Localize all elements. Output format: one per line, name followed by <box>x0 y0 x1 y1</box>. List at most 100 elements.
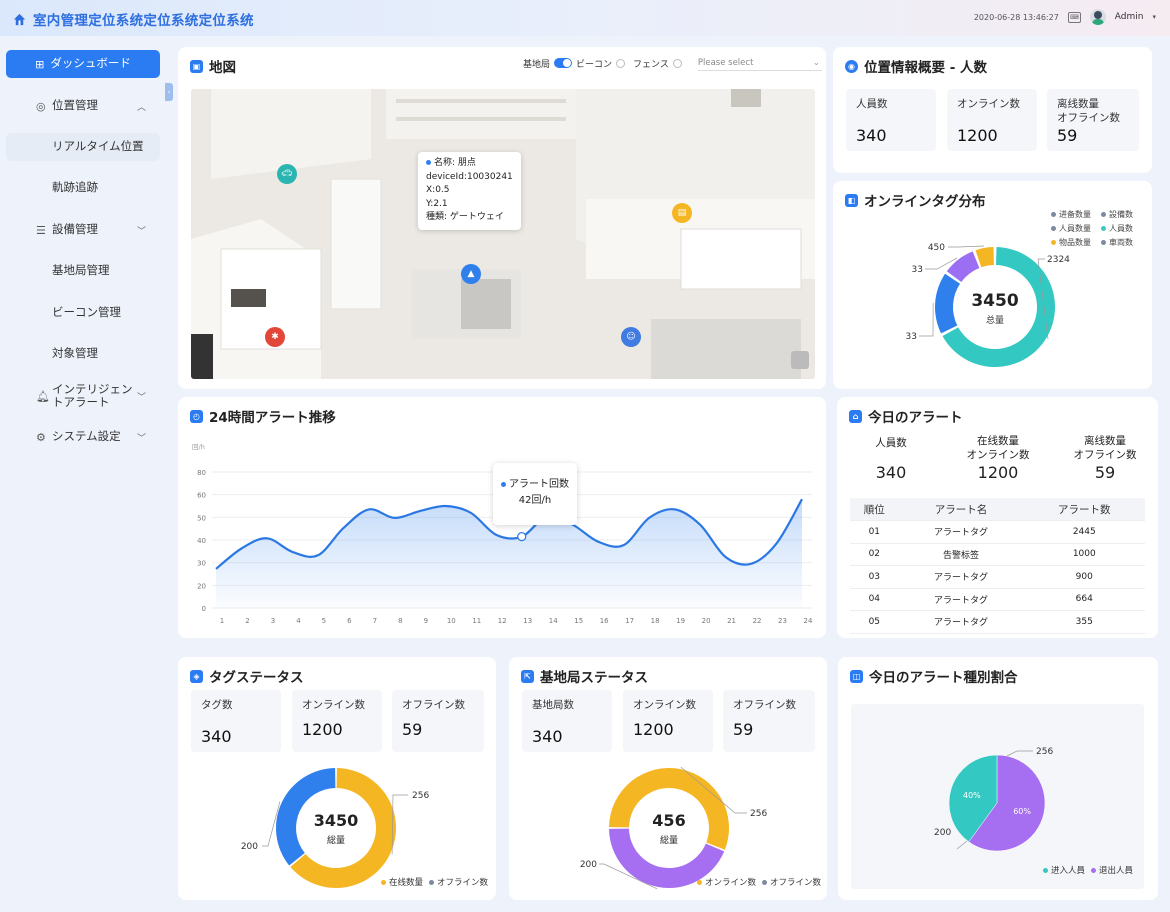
sidebar-item-equipment[interactable]: ☰ 設備管理 ﹀ <box>6 216 160 244</box>
settings-icon: ⚙ <box>36 430 46 444</box>
table-row[interactable]: 04 アラートタグ 664 <box>850 588 1145 611</box>
table-cell: 05 <box>850 610 899 634</box>
legend-item[interactable]: オフライン数 <box>428 876 488 888</box>
table-cell: 01 <box>850 520 899 544</box>
x-tick-label: 9 <box>424 617 428 625</box>
donut-slice[interactable] <box>975 247 994 268</box>
sidebar: ⊞ ダッシュボード ◎ 位置管理 ︿ リアルタイム位置 軌跡追跡 ☰ 設備管理 … <box>0 36 166 912</box>
stat-label: 离线数量 オフライン数 <box>1073 435 1137 461</box>
col-rank: 順位 <box>850 498 899 521</box>
stat-label: 在线数量 オンライン数 <box>966 435 1030 461</box>
sidebar-item-base-station[interactable]: 基地局管理 <box>6 257 160 285</box>
sidebar-item-label: 軌跡追跡 <box>52 180 98 195</box>
map-title: 地図 <box>209 60 236 76</box>
donut-slice[interactable] <box>946 251 980 282</box>
slice-leader-line <box>919 302 934 337</box>
sidebar-item-track[interactable]: 軌跡追跡 <box>6 174 160 202</box>
table-cell: 355 <box>1023 610 1145 634</box>
stat-label: 离线数量 オフライン数 <box>1057 98 1120 125</box>
stat-value: 1200 <box>957 126 998 145</box>
y-tick-label: 80 <box>197 469 206 477</box>
legend-dot <box>380 880 386 885</box>
slice-label: 2324 <box>1047 255 1070 265</box>
base-status-donut: 256 200 <box>580 766 767 890</box>
app-title: 室内管理定位系统定位系统定位系统 <box>12 9 254 29</box>
legend-item[interactable]: オンライン数 <box>696 876 756 888</box>
table-cell: 告警标签 <box>898 543 1024 566</box>
x-tick-label: 17 <box>625 617 634 625</box>
legend-dot <box>761 880 767 885</box>
app-title-text: 室内管理定位系统定位系统定位系统 <box>33 13 254 29</box>
table-row[interactable]: 03 アラートタグ 900 <box>850 565 1145 589</box>
tag-status-card: ◈ タグステータス タグ数 340 オンライン数 1200 オフライン数 59 2… <box>178 657 496 900</box>
sidebar-item-alert[interactable]: 🔔︎ インテリジェン トアラート ﹀ <box>6 380 160 412</box>
filter-select[interactable]: Please select ⌄ <box>697 55 822 71</box>
beacon-radio[interactable] <box>616 58 626 68</box>
x-tick-label: 6 <box>347 617 352 625</box>
stat-label: 人員数 <box>875 437 907 449</box>
avatar[interactable] <box>1089 9 1106 25</box>
col-alert-count: アラート数 <box>1023 498 1145 521</box>
map-pin-gateway-icon[interactable]: ▲ <box>461 264 481 284</box>
sidebar-item-realtime[interactable]: リアルタイム位置 <box>6 133 160 161</box>
stat-value: 340 <box>856 126 887 145</box>
stat-label: オンライン数 <box>957 98 1020 110</box>
legend-item[interactable]: 进入人員 <box>1043 864 1085 876</box>
tag-dist-total: 3450 <box>971 291 1019 311</box>
x-tick-label: 14 <box>549 617 558 625</box>
table-row[interactable]: 01 アラートタグ 2445 <box>850 520 1145 544</box>
alarm-icon: ⌂ <box>849 409 862 423</box>
map-pin-alert-icon[interactable]: ✱ <box>265 327 285 347</box>
tooltip-kind: 種類: ゲートウェイ <box>426 212 504 222</box>
trend-tooltip-value: 42回/h <box>518 495 552 506</box>
chevron-down-icon[interactable]: ▾ <box>1152 13 1156 21</box>
sidebar-item-target[interactable]: 対象管理 <box>6 340 160 368</box>
sidebar-collapse-handle[interactable]: ‹ <box>165 83 173 101</box>
tag-status-donut: 256 200 <box>241 768 429 888</box>
user-name[interactable]: Admin <box>1115 12 1144 22</box>
x-tick-label: 8 <box>398 617 402 625</box>
sidebar-item-settings[interactable]: ⚙ システム設定 ﹀ <box>6 423 160 451</box>
fullscreen-icon[interactable] <box>791 351 809 369</box>
chevron-down-icon: ﹀ <box>136 392 146 403</box>
tooltip-x: X:0.5 <box>426 185 450 195</box>
pie-callout-label: 200 <box>934 828 951 838</box>
map-pin-item-icon[interactable]: ▤ <box>672 203 692 223</box>
table-cell: アラートタグ <box>898 610 1024 634</box>
fence-radio[interactable] <box>672 58 682 68</box>
stat-label: 人員数 <box>856 98 888 110</box>
table-row[interactable]: 02 告警标签 1000 <box>850 543 1145 566</box>
base-toggle[interactable] <box>554 58 573 68</box>
info-icon: ◉ <box>845 59 858 73</box>
select-placeholder: Please select <box>697 58 754 68</box>
bell-icon: 🔔︎ <box>36 389 50 403</box>
table-cell: 1000 <box>1023 543 1145 566</box>
chevron-down-icon: ﹀ <box>136 226 146 237</box>
tag-status-total: 3450 <box>313 811 359 830</box>
map-pin-vehicle-icon[interactable]: 🚗︎ <box>277 164 297 184</box>
sidebar-item-label: インテリジェン トアラート <box>52 381 133 409</box>
y-tick-label: 40 <box>197 537 206 545</box>
map-card: ▣ 地図 基地局 ビーコン フェンス Please select ⌄ 🚗︎ ▤ … <box>178 47 826 389</box>
slice-label: 200 <box>580 860 597 870</box>
map-tooltip: 名称: 朋点 deviceId:10030241 X:0.5 Y:2.1 種類:… <box>418 152 521 230</box>
legend-item[interactable]: オフライン数 <box>761 876 821 888</box>
stat-value: 340 <box>875 463 907 482</box>
legend-item[interactable]: 退出人員 <box>1091 864 1133 876</box>
tag-status-legend: 在线数量 オフライン数 <box>380 876 488 888</box>
trend-highlight-point[interactable] <box>517 532 527 542</box>
floor-map[interactable]: 🚗︎ ▤ ▲ ✱ ☺︎ 名称: 朋点 deviceId:10030241 X:0… <box>191 89 815 379</box>
map-pin-person-icon[interactable]: ☺︎ <box>621 327 641 347</box>
keyboard-icon[interactable]: ⌨ <box>1067 11 1081 23</box>
slice-label: 33 <box>906 332 917 342</box>
sidebar-item-location[interactable]: ◎ 位置管理 ︿ <box>6 92 160 120</box>
sidebar-item-beacon[interactable]: ビーコン管理 <box>6 299 160 327</box>
y-tick-label: 50 <box>197 514 206 522</box>
y-tick-label: 0 <box>202 605 206 613</box>
sidebar-item-dashboard[interactable]: ⊞ ダッシュボード <box>6 50 160 78</box>
table-row[interactable]: 05 アラートタグ 355 <box>850 610 1145 634</box>
legend-item[interactable]: 在线数量 <box>380 876 423 888</box>
slice-label: 200 <box>241 842 258 852</box>
top-bar: 室内管理定位系统定位系统定位系统 2020-06-28 13:46:27 ⌨ A… <box>0 0 1170 36</box>
x-tick-label: 2 <box>245 617 249 625</box>
